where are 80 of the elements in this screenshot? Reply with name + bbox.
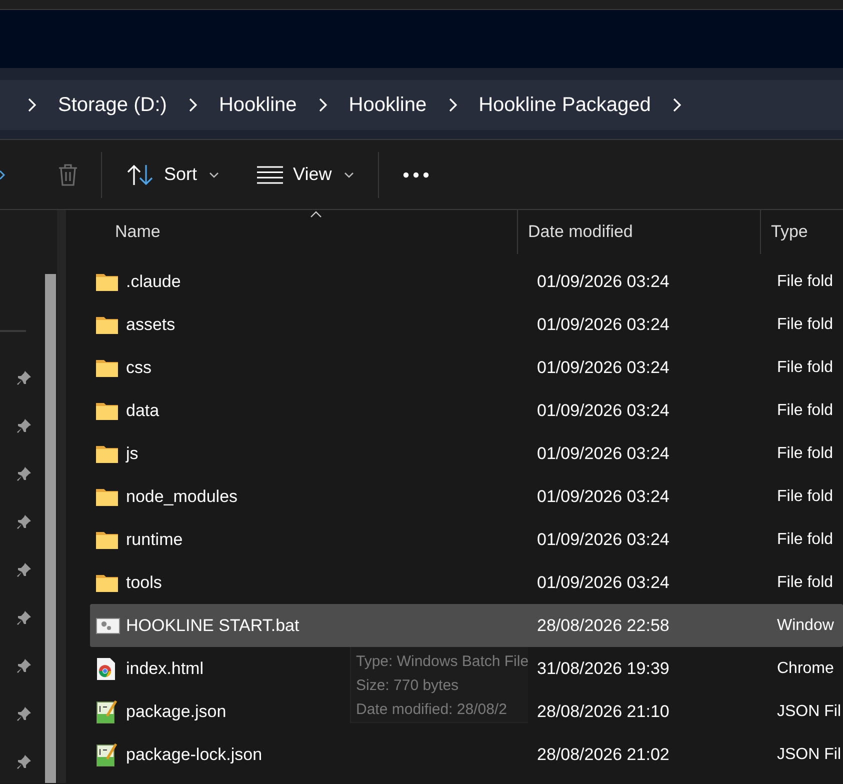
date-modified: 28/08/2026 22:58 bbox=[537, 616, 670, 636]
pin-icon[interactable] bbox=[16, 466, 32, 482]
address-bar[interactable]: Storage (D:) Hookline Hookline Hookline Packaged bbox=[0, 80, 843, 130]
folder-icon bbox=[96, 272, 118, 290]
scrollbar-thumb[interactable] bbox=[45, 274, 56, 783]
file-type: File fold bbox=[777, 444, 834, 462]
notepad-icon bbox=[96, 742, 118, 766]
chevron-icon[interactable] bbox=[27, 98, 37, 112]
folder-icon bbox=[96, 358, 118, 376]
sort-button[interactable]: Sort bbox=[118, 154, 228, 194]
file-type: File fold bbox=[777, 574, 834, 592]
breadcrumb[interactable]: Hookline bbox=[218, 94, 297, 116]
pin-icon[interactable] bbox=[16, 418, 32, 434]
date-modified: 28/08/2026 21:02 bbox=[537, 744, 670, 764]
date-modified: 01/09/2026 03:24 bbox=[537, 572, 670, 592]
breadcrumb[interactable]: Hookline Packaged bbox=[478, 94, 651, 116]
file-name: index.html bbox=[126, 658, 204, 678]
file-name: package.json bbox=[126, 702, 226, 722]
chevron-icon[interactable] bbox=[448, 98, 458, 112]
file-name: node_modules bbox=[126, 486, 238, 506]
file-type: File fold bbox=[777, 316, 834, 334]
pin-icon[interactable] bbox=[16, 514, 32, 530]
view-button[interactable]: View bbox=[249, 154, 362, 194]
folder-icon bbox=[96, 316, 118, 334]
pin-icon[interactable] bbox=[16, 658, 32, 674]
chrome-document-icon bbox=[96, 658, 116, 680]
file-type: File fold bbox=[777, 402, 834, 420]
gears-window-icon bbox=[96, 616, 120, 636]
chevron-icon[interactable] bbox=[188, 98, 198, 112]
pin-icon[interactable] bbox=[16, 706, 32, 722]
folder-icon bbox=[96, 402, 118, 420]
date-modified: 31/08/2026 19:39 bbox=[537, 658, 670, 678]
date-modified: 01/09/2026 03:24 bbox=[537, 358, 670, 378]
date-modified: 01/09/2026 03:24 bbox=[537, 400, 670, 420]
file-type: File fold bbox=[777, 272, 834, 290]
file-type: Chrome bbox=[777, 660, 834, 678]
file-name: assets bbox=[126, 314, 176, 334]
folder-icon bbox=[96, 530, 118, 548]
file-name: css bbox=[126, 358, 152, 378]
more-icon bbox=[402, 172, 429, 178]
folder-icon bbox=[96, 488, 118, 506]
chevron-icon[interactable] bbox=[672, 98, 682, 112]
column-header[interactable]: Name bbox=[66, 210, 517, 254]
file-type: JSON Fil bbox=[777, 746, 841, 764]
pin-icon[interactable] bbox=[16, 370, 32, 386]
date-modified: 01/09/2026 03:24 bbox=[537, 530, 670, 550]
file-name: tools bbox=[126, 572, 162, 592]
date-modified: 01/09/2026 03:24 bbox=[537, 486, 670, 506]
file-name: .claude bbox=[126, 272, 181, 292]
file-name: js bbox=[126, 444, 138, 464]
file-type: JSON Fil bbox=[777, 702, 841, 720]
folder-icon bbox=[96, 444, 118, 462]
pin-icon[interactable] bbox=[16, 562, 32, 578]
file-name: package-lock.json bbox=[126, 744, 262, 764]
folder-icon bbox=[96, 574, 118, 592]
file-name: HOOKLINE START.bat bbox=[126, 616, 300, 636]
list-view-icon bbox=[257, 166, 284, 184]
notepad-icon bbox=[96, 700, 118, 724]
column-header[interactable]: Date modified bbox=[517, 210, 760, 254]
breadcrumb[interactable]: Storage (D:) bbox=[58, 94, 167, 116]
file-type: File fold bbox=[777, 530, 834, 548]
file-type: Window bbox=[777, 616, 834, 634]
date-modified: 01/09/2026 03:24 bbox=[537, 314, 670, 334]
breadcrumb[interactable]: Hookline bbox=[348, 94, 427, 116]
file-name: data bbox=[126, 400, 160, 420]
tooltip: Type: Windows Batch File Size: 770 bytes Date modified: 28/08/2 bbox=[350, 645, 528, 723]
sort-icon bbox=[126, 162, 154, 186]
trash-icon bbox=[57, 162, 79, 186]
pin-icon[interactable] bbox=[16, 610, 32, 626]
file-type: File fold bbox=[777, 358, 834, 376]
file-name: runtime bbox=[126, 530, 183, 550]
date-modified: 01/09/2026 03:24 bbox=[537, 444, 670, 464]
chevron-down-icon bbox=[344, 172, 354, 178]
column-header[interactable]: Type bbox=[760, 210, 843, 254]
chevron-icon[interactable] bbox=[318, 98, 328, 112]
date-modified: 28/08/2026 21:10 bbox=[537, 702, 670, 722]
file-type: File fold bbox=[777, 488, 834, 506]
chevron-down-icon bbox=[209, 172, 220, 178]
pin-icon[interactable] bbox=[16, 754, 32, 770]
date-modified: 01/09/2026 03:24 bbox=[537, 272, 670, 292]
